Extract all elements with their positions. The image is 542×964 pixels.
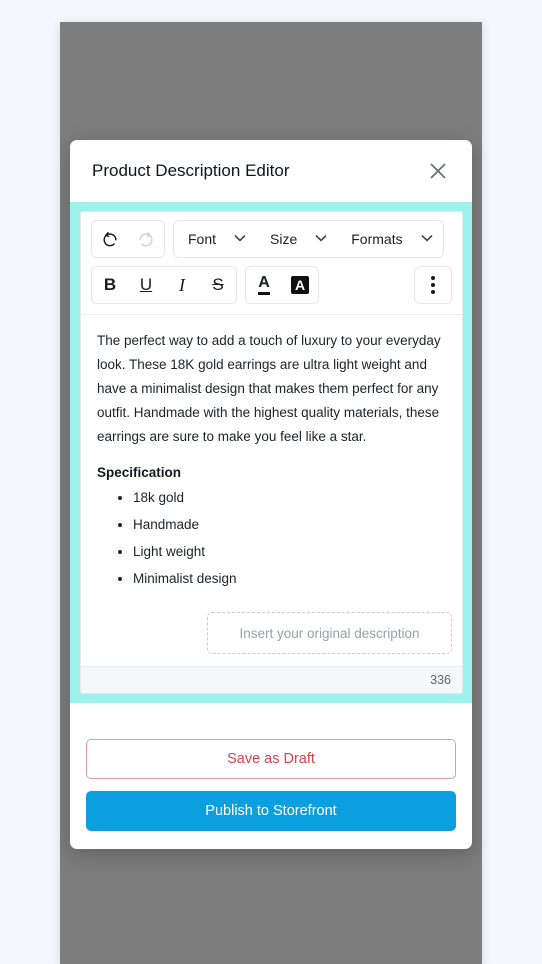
editor-content-area[interactable]: The perfect way to add a touch of luxury… [81, 314, 462, 605]
modal-actions: Save as Draft Publish to Storefront [70, 703, 472, 849]
insert-original-description-input[interactable]: Insert your original description [207, 612, 452, 655]
text-format-group: B U I S [91, 266, 237, 304]
list-item: 18k gold [133, 490, 446, 505]
background-color-button[interactable]: A [282, 267, 318, 303]
publish-to-storefront-button[interactable]: Publish to Storefront [86, 791, 456, 832]
editor-focus-highlight: Font Size Formats B U I S A A The perfec… [70, 202, 472, 704]
color-format-group: A A [245, 266, 319, 304]
kebab-more-icon[interactable] [415, 267, 451, 303]
history-button-group [91, 220, 165, 258]
italic-glyph: I [179, 274, 185, 295]
strikethrough-glyph: S [212, 275, 224, 294]
insert-description-row: Insert your original description [81, 604, 462, 666]
chevron-down-icon [315, 233, 327, 245]
size-select-label: Size [270, 231, 298, 247]
specification-list: 18k gold Handmade Light weight Minimalis… [133, 490, 446, 586]
editor-toolbar-row-format: B U I S A A [81, 258, 462, 314]
underline-button[interactable]: U [128, 267, 164, 303]
font-select[interactable]: Font [174, 221, 256, 257]
bold-button[interactable]: B [92, 267, 128, 303]
strikethrough-button[interactable]: S [200, 267, 236, 303]
save-as-draft-button[interactable]: Save as Draft [86, 739, 456, 780]
more-options-group [414, 266, 452, 304]
bold-glyph: B [103, 275, 117, 294]
modal-title: Product Description Editor [92, 161, 290, 180]
rich-text-editor: Font Size Formats B U I S A A The perfec… [80, 211, 463, 695]
specification-heading: Specification [97, 465, 182, 481]
chevron-down-icon [421, 233, 433, 245]
text-color-glyph: A [258, 274, 270, 295]
kebab-dots [431, 276, 435, 294]
italic-button[interactable]: I [164, 267, 200, 303]
style-select-group: Font Size Formats [173, 220, 444, 258]
close-icon[interactable] [426, 159, 450, 183]
list-item: Handmade [133, 517, 446, 532]
undo-icon[interactable] [92, 221, 128, 257]
list-item: Minimalist design [133, 571, 446, 586]
underline-glyph: U [139, 275, 153, 294]
modal-header: Product Description Editor [70, 140, 472, 202]
formats-select[interactable]: Formats [337, 221, 442, 257]
editor-status-bar: 336 [81, 666, 462, 694]
editor-toolbar-row-history: Font Size Formats [81, 212, 462, 258]
phone-frame: WriterSofia Free Trial Credits: 11 / 30 … [60, 22, 482, 964]
font-select-label: Font [188, 231, 217, 247]
redo-icon[interactable] [128, 221, 164, 257]
list-item: Light weight [133, 544, 446, 559]
formats-select-label: Formats [351, 231, 403, 247]
text-color-button[interactable]: A [246, 267, 282, 303]
character-count: 336 [430, 673, 451, 688]
background-color-glyph: A [290, 276, 310, 294]
chevron-down-icon [234, 233, 246, 245]
size-select[interactable]: Size [256, 221, 337, 257]
description-paragraph: The perfect way to add a touch of luxury… [97, 333, 441, 445]
product-description-editor-modal: Product Description Editor Font Size For… [70, 140, 472, 850]
